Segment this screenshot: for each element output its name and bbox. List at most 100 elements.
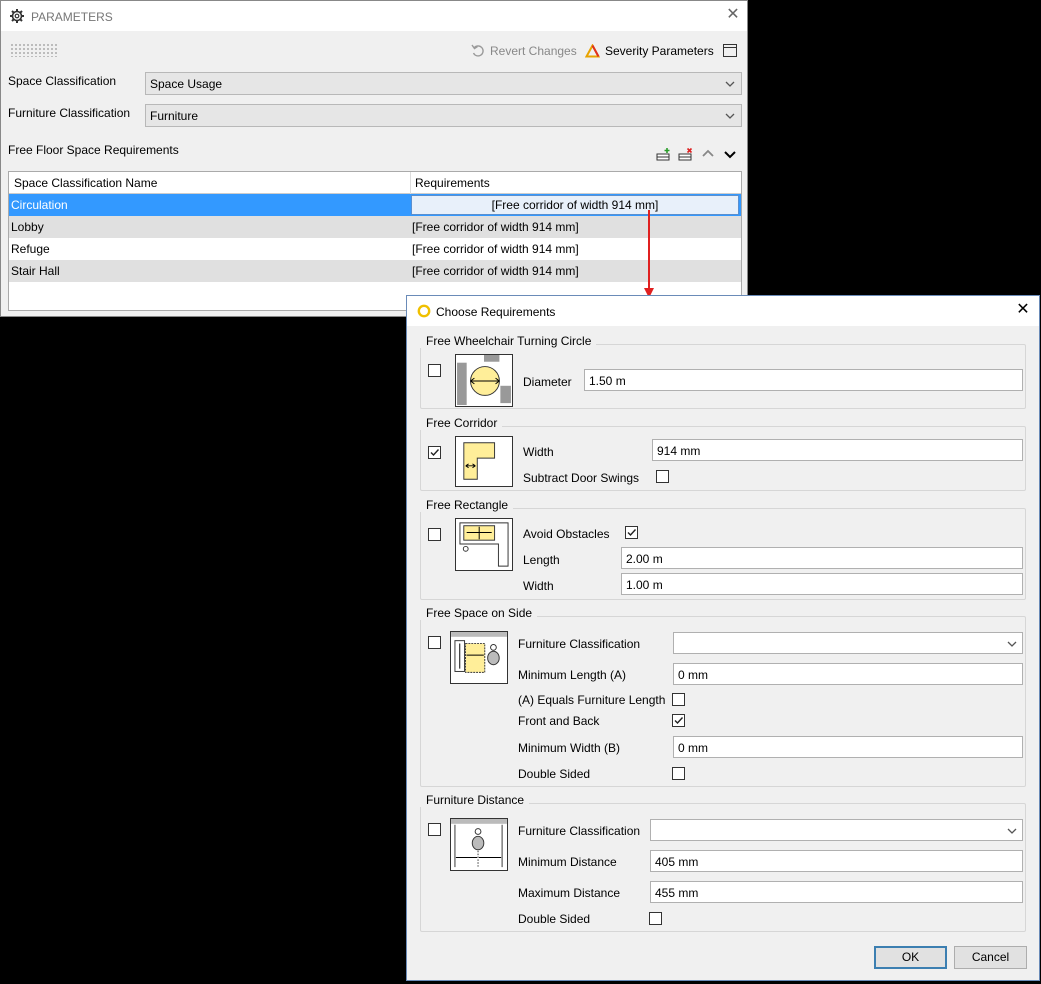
min-length-label: Minimum Length (A): [518, 668, 627, 682]
row-name: Stair Hall: [11, 264, 60, 278]
move-down-icon[interactable]: [722, 146, 738, 162]
rect-width-input[interactable]: 1.00 m: [621, 573, 1023, 595]
distance-double-sided-checkbox[interactable]: [649, 912, 662, 925]
column-header-name[interactable]: Space Classification Name: [14, 176, 157, 190]
choose-requirements-dialog: Choose Requirements ✕ Free Wheelchair Tu…: [406, 295, 1040, 981]
wheelchair-circle-icon: [455, 354, 513, 407]
rectangle-checkbox[interactable]: [428, 528, 441, 541]
min-width-value: 0 mm: [678, 741, 708, 755]
row-requirements: [Free corridor of width 914 mm]: [412, 242, 579, 256]
distance-group-title: Furniture Distance: [420, 793, 530, 807]
ok-button[interactable]: OK: [874, 946, 947, 969]
distance-furniture-select[interactable]: [650, 819, 1023, 841]
row-name: Lobby: [11, 220, 44, 234]
table-row[interactable]: Refuge [Free corridor of width 914 mm]: [9, 238, 741, 260]
side-space-icon: [450, 631, 508, 684]
max-distance-label: Maximum Distance: [518, 886, 621, 900]
min-distance-value: 405 mm: [655, 855, 699, 869]
max-distance-value: 455 mm: [655, 886, 699, 900]
revert-changes-label: Revert Changes: [490, 44, 577, 58]
table-header: Space Classification Name Requirements: [9, 172, 741, 194]
table-row[interactable]: Stair Hall [Free corridor of width 914 m…: [9, 260, 741, 282]
space-classification-select[interactable]: Space Usage: [145, 72, 742, 95]
circle-icon: [417, 304, 431, 318]
space-classification-label: Space Classification: [8, 74, 117, 88]
dialog-titlebar: Choose Requirements ✕: [407, 296, 1039, 326]
row-name: Refuge: [11, 242, 50, 256]
subtract-door-swings-checkbox[interactable]: [656, 470, 669, 483]
furniture-classification-select[interactable]: Furniture: [145, 104, 742, 127]
move-up-icon[interactable]: [700, 146, 716, 162]
row-requirements: [Free corridor of width 914 mm]: [412, 264, 579, 278]
min-width-input[interactable]: 0 mm: [673, 736, 1023, 758]
close-icon[interactable]: ✕: [725, 7, 741, 23]
corridor-width-label: Width: [523, 445, 554, 459]
parameters-titlebar: PARAMETERS ✕: [1, 1, 747, 31]
corridor-group-title: Free Corridor: [420, 416, 503, 430]
corridor-group: Free Corridor Width 914 mm Subtract Door…: [420, 416, 1026, 491]
parameters-window: PARAMETERS ✕ Revert Changes Severity Par…: [0, 0, 748, 317]
equals-furniture-length-label: (A) Equals Furniture Length: [518, 693, 666, 707]
requirements-cell-editor[interactable]: [Free corridor of width 914 mm]: [411, 195, 739, 215]
min-length-value: 0 mm: [678, 668, 708, 682]
corridor-width-input[interactable]: 914 mm: [652, 439, 1023, 461]
min-distance-input[interactable]: 405 mm: [650, 850, 1023, 872]
length-input[interactable]: 2.00 m: [621, 547, 1023, 569]
side-group-title: Free Space on Side: [420, 606, 538, 620]
undo-icon: [471, 44, 484, 57]
equals-furniture-length-checkbox[interactable]: [672, 693, 685, 706]
gear-icon: [10, 9, 24, 23]
dialog-title: Choose Requirements: [436, 305, 556, 319]
panel-layout-icon[interactable]: [723, 44, 737, 57]
rectangle-group-title: Free Rectangle: [420, 498, 514, 512]
column-header-requirements[interactable]: Requirements: [415, 176, 490, 190]
diameter-label: Diameter: [523, 375, 572, 389]
side-checkbox[interactable]: [428, 636, 441, 649]
severity-parameters-button[interactable]: Severity Parameters: [585, 42, 714, 60]
revert-changes-button[interactable]: Revert Changes: [471, 42, 577, 60]
front-back-checkbox[interactable]: [672, 714, 685, 727]
drag-grip[interactable]: [10, 43, 58, 57]
side-group: Free Space on Side Furniture Classificat…: [420, 606, 1026, 787]
chevron-down-icon: [725, 113, 735, 119]
table-row[interactable]: Circulation [Free corridor of width 914 …: [9, 194, 741, 216]
table-row[interactable]: Lobby [Free corridor of width 914 mm]: [9, 216, 741, 238]
check-icon: [674, 717, 684, 725]
min-width-label: Minimum Width (B): [518, 741, 621, 755]
chevron-down-icon: [725, 81, 735, 87]
min-length-input[interactable]: 0 mm: [673, 663, 1023, 685]
row-requirements: [Free corridor of width 914 mm]: [491, 198, 659, 212]
rect-width-value: 1.00 m: [626, 578, 663, 592]
row-name: Circulation: [11, 198, 68, 212]
distance-double-sided-label: Double Sided: [518, 912, 591, 926]
wheelchair-group-title: Free Wheelchair Turning Circle: [420, 334, 597, 348]
side-furniture-label: Furniture Classification: [518, 637, 641, 651]
avoid-obstacles-checkbox[interactable]: [625, 526, 638, 539]
corridor-width-value: 914 mm: [657, 444, 701, 458]
corridor-checkbox[interactable]: [428, 446, 441, 459]
side-double-sided-checkbox[interactable]: [672, 767, 685, 780]
max-distance-input[interactable]: 455 mm: [650, 881, 1023, 903]
furniture-classification-label: Furniture Classification: [8, 106, 131, 120]
distance-checkbox[interactable]: [428, 823, 441, 836]
diameter-input[interactable]: 1.50 m: [584, 369, 1023, 391]
avoid-obstacles-label: Avoid Obstacles: [523, 527, 610, 541]
rectangle-icon: [455, 518, 513, 571]
furniture-classification-value: Furniture: [150, 109, 199, 123]
row-requirements: [Free corridor of width 914 mm]: [412, 220, 579, 234]
rectangle-group: Free Rectangle Avoid Obstacles Length 2.…: [420, 498, 1026, 600]
distance-group: Furniture Distance Furniture Classificat…: [420, 793, 1026, 932]
delete-row-icon[interactable]: [678, 146, 694, 162]
chevron-down-icon: [1007, 828, 1017, 834]
wheelchair-group: Free Wheelchair Turning Circle Diameter …: [420, 334, 1026, 409]
diameter-value: 1.50 m: [589, 374, 626, 388]
requirements-table: Space Classification Name Requirements C…: [8, 171, 742, 311]
window-title: PARAMETERS: [31, 10, 113, 24]
length-label: Length: [523, 553, 560, 567]
wheelchair-checkbox[interactable]: [428, 364, 441, 377]
side-double-sided-label: Double Sided: [518, 767, 591, 781]
side-furniture-select[interactable]: [673, 632, 1023, 654]
cancel-button[interactable]: Cancel: [954, 946, 1027, 969]
close-icon[interactable]: ✕: [1015, 302, 1031, 318]
add-row-icon[interactable]: [656, 146, 672, 162]
